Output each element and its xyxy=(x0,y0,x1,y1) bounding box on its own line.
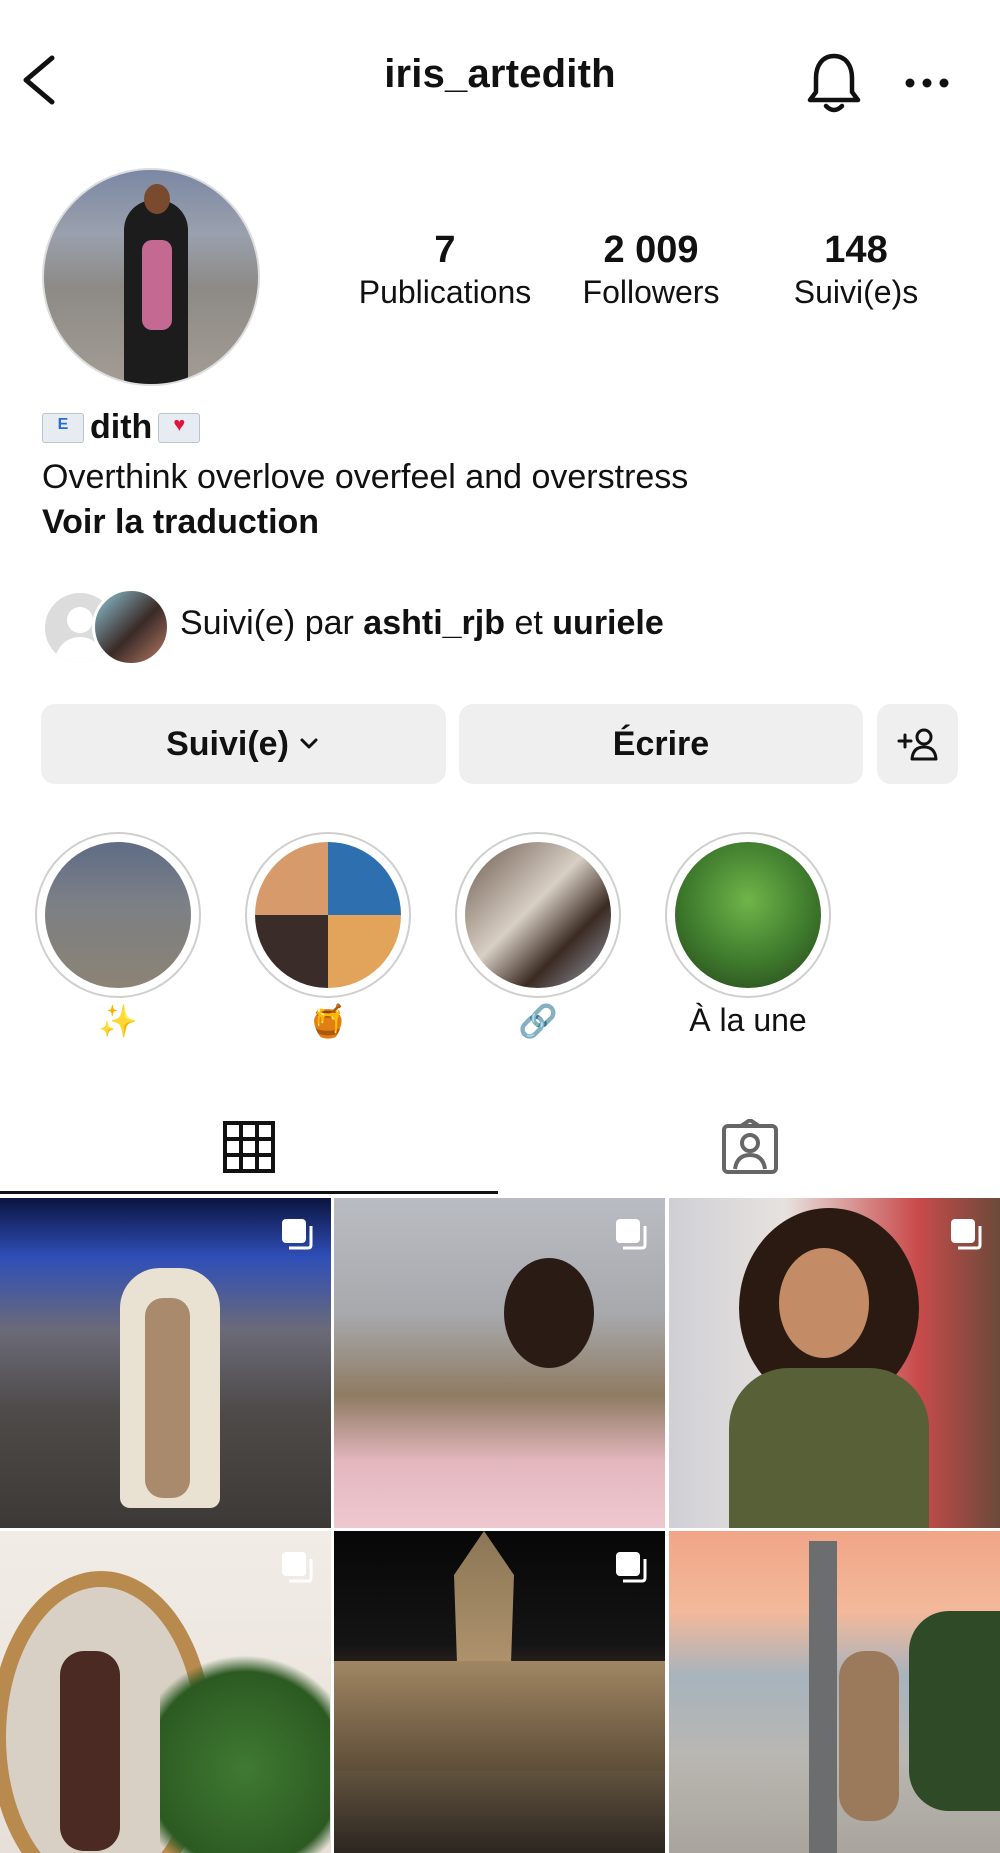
multiple-photos-icon xyxy=(616,1219,647,1250)
bio-text: Overthink overlove overfeel and overstre… xyxy=(42,458,689,496)
see-translation-link[interactable]: Voir la traduction xyxy=(42,503,319,542)
post-thumbnail[interactable] xyxy=(0,1198,331,1528)
stat-label: Suivi(e)s xyxy=(793,274,919,310)
message-button[interactable]: Écrire xyxy=(459,704,863,784)
stat-label: Publications xyxy=(358,274,532,310)
post-thumbnail[interactable] xyxy=(0,1531,331,1853)
message-button-label: Écrire xyxy=(612,724,710,763)
chevron-down-icon xyxy=(300,738,318,749)
multiple-photos-icon xyxy=(951,1219,982,1250)
highlight-circle[interactable] xyxy=(35,832,201,998)
post-thumbnail[interactable] xyxy=(334,1531,665,1853)
tagged-person-icon xyxy=(722,1119,778,1174)
bio-name-text: dith xyxy=(90,408,153,446)
multiple-photos-icon xyxy=(616,1552,647,1583)
highlight-label: 🍯 xyxy=(308,1003,348,1039)
stat-label: Followers xyxy=(582,274,720,310)
envelope-heart-icon: ♥ xyxy=(158,412,201,443)
multiple-photos-icon xyxy=(282,1219,313,1250)
add-person-icon xyxy=(897,728,937,761)
followed-by-user[interactable]: uuriele xyxy=(552,604,663,642)
post-thumbnail[interactable] xyxy=(669,1198,1000,1528)
stat-followers[interactable]: 2 009 Followers xyxy=(551,228,751,312)
active-tab-indicator xyxy=(0,1191,498,1194)
envelope-e-icon: E xyxy=(42,412,84,443)
bio-display-name: E dith ♥ xyxy=(42,408,201,447)
followed-by-text[interactable]: Suivi(e) par ashti_rjb et uuriele xyxy=(180,604,664,643)
highlight-label: À la une xyxy=(689,1002,807,1038)
tab-tagged[interactable] xyxy=(500,1100,1000,1194)
grid-icon xyxy=(223,1121,275,1173)
followed-by-prefix: Suivi(e) par xyxy=(180,604,354,642)
post-thumbnail[interactable] xyxy=(334,1198,665,1528)
more-options-icon[interactable] xyxy=(902,62,952,104)
profile-avatar[interactable] xyxy=(42,168,260,386)
follower-avatar[interactable] xyxy=(92,588,170,666)
stat-value: 2 009 xyxy=(603,229,699,271)
tab-posts-grid[interactable] xyxy=(0,1100,498,1194)
following-button[interactable]: Suivi(e) xyxy=(41,704,446,784)
highlight-label: 🔗 xyxy=(518,1003,558,1039)
following-button-label: Suivi(e) xyxy=(166,724,289,763)
stat-following[interactable]: 148 Suivi(e)s xyxy=(756,228,956,312)
highlight-circle[interactable] xyxy=(455,832,621,998)
bell-icon[interactable] xyxy=(804,50,864,116)
followed-by-joiner: et xyxy=(514,604,543,642)
suggested-users-button[interactable] xyxy=(877,704,958,784)
followed-by-user[interactable]: ashti_rjb xyxy=(363,604,505,642)
highlight-circle[interactable] xyxy=(665,832,831,998)
post-thumbnail[interactable] xyxy=(669,1531,1000,1853)
stat-value: 148 xyxy=(824,229,888,271)
highlight-label: ✨ xyxy=(98,1003,138,1039)
stat-value: 7 xyxy=(434,229,456,271)
stat-publications[interactable]: 7 Publications xyxy=(345,228,545,312)
highlight-circle[interactable] xyxy=(245,832,411,998)
multiple-photos-icon xyxy=(282,1552,313,1583)
